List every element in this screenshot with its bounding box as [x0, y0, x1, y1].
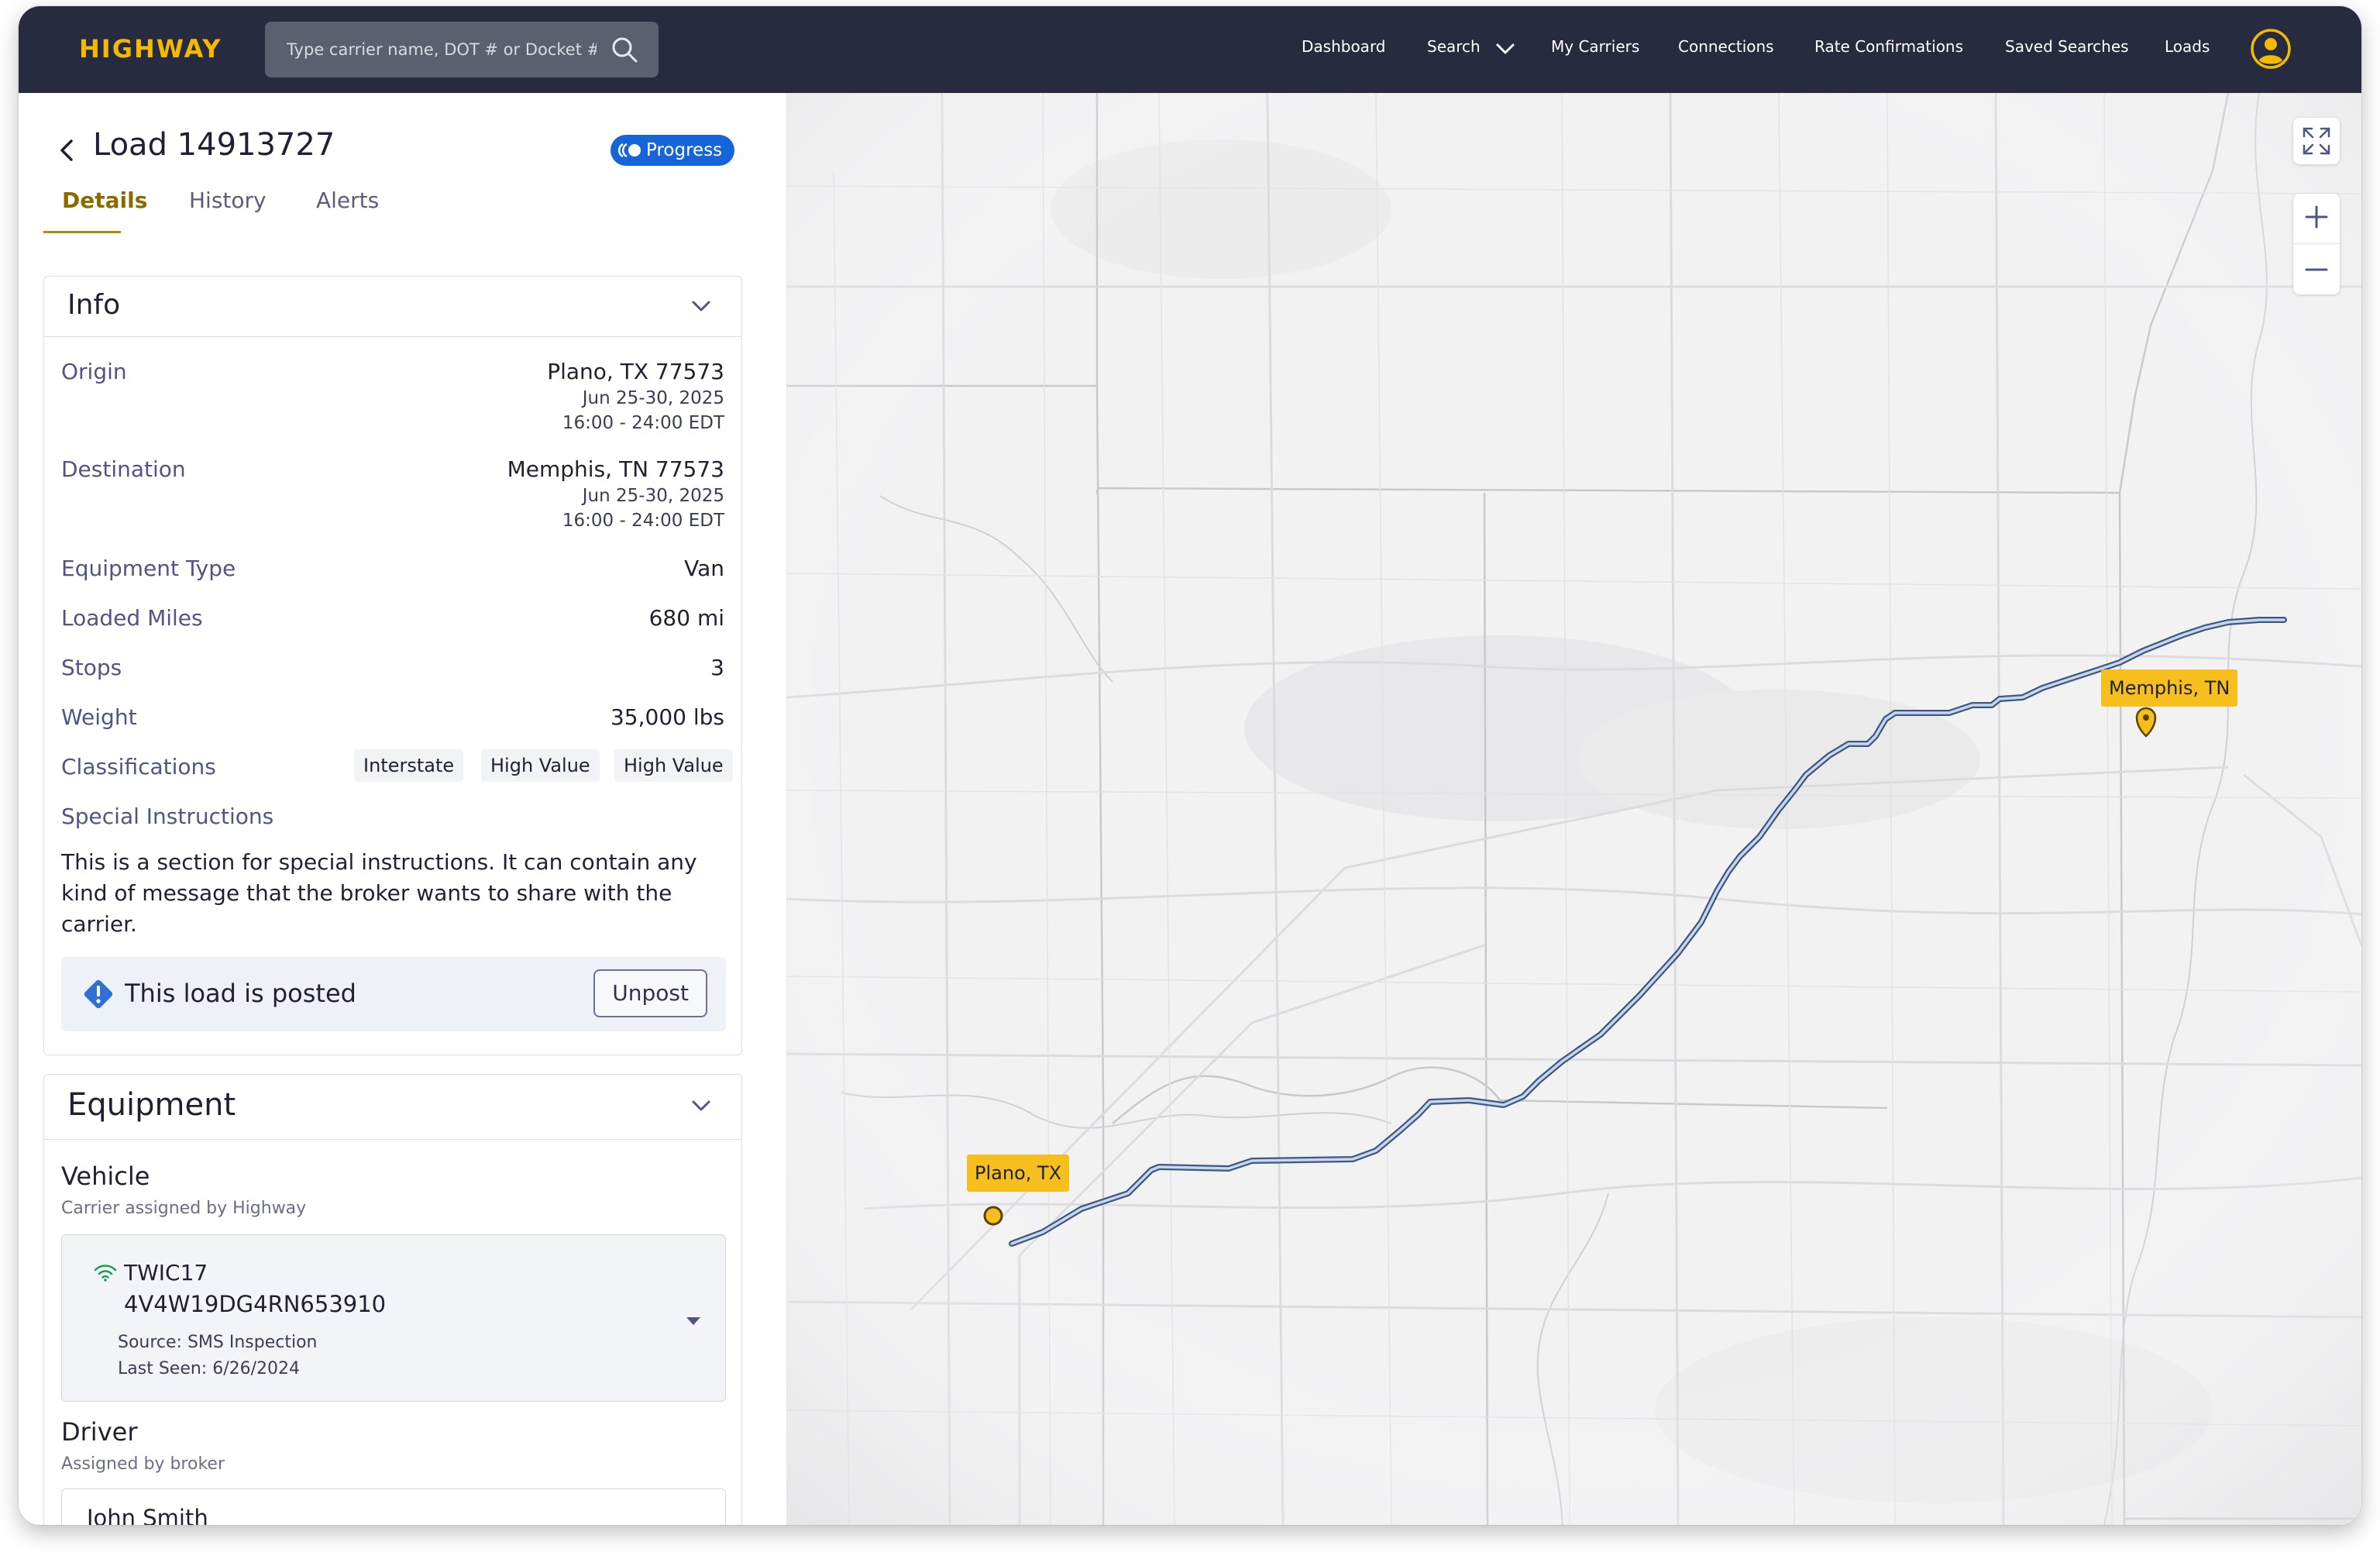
fullscreen-button[interactable]: [2293, 118, 2340, 164]
equipment-card: Equipment Vehicle Carrier assigned by Hi…: [43, 1074, 742, 1525]
nav-search[interactable]: Search: [1427, 37, 1481, 56]
origin-label: Origin: [61, 359, 127, 384]
vehicle-select[interactable]: TWIC17 4V4W19DG4RN653910 Source: SMS Ins…: [61, 1234, 726, 1402]
destination-time: 16:00 - 24:00 EDT: [562, 511, 724, 531]
chevron-down-icon[interactable]: [690, 1098, 712, 1113]
origin-time: 16:00 - 24:00 EDT: [562, 413, 724, 433]
vehicle-subheading: Carrier assigned by Highway: [61, 1199, 307, 1218]
vehicle-source: Source: SMS Inspection: [118, 1333, 318, 1352]
weight-value: 35,000 lbs: [610, 704, 724, 730]
loaded-miles-label: Loaded Miles: [61, 605, 203, 631]
caret-down-icon[interactable]: [685, 1316, 702, 1327]
equipment-type-label: Equipment Type: [61, 556, 236, 581]
nav-loads[interactable]: Loads: [2165, 37, 2210, 56]
search-icon[interactable]: [610, 36, 638, 64]
status-badge: Progress: [610, 135, 735, 166]
classifications-label: Classifications: [61, 754, 216, 780]
tab-details[interactable]: Details: [62, 188, 147, 213]
unpost-button[interactable]: Unpost: [593, 969, 707, 1017]
driver-name: John Smith: [87, 1505, 208, 1525]
load-details-panel: Load 14913727 Progress Details History A…: [19, 93, 787, 1525]
chevron-down-icon[interactable]: [690, 298, 712, 314]
alert-diamond-icon: [84, 979, 113, 1009]
destination-map-label: Memphis, TN: [2101, 669, 2238, 707]
driver-select[interactable]: John Smith: [61, 1488, 726, 1525]
zoom-in-icon[interactable]: [2304, 205, 2329, 229]
map-base-layer: [787, 93, 2361, 1525]
equipment-card-title: Equipment: [67, 1087, 236, 1123]
equipment-card-header[interactable]: Equipment: [44, 1075, 741, 1140]
chevron-down-icon[interactable]: [1495, 42, 1515, 56]
status-badge-label: Progress: [646, 140, 723, 160]
zoom-divider: [2293, 243, 2340, 244]
carrier-search[interactable]: [265, 22, 659, 77]
vehicle-vin: 4V4W19DG4RN653910: [124, 1291, 387, 1317]
in-progress-icon: [617, 143, 641, 158]
origin-map-label: Plano, TX: [967, 1155, 1070, 1192]
nav-my-carriers[interactable]: My Carriers: [1551, 37, 1639, 56]
destination-place: Memphis, TN 77573: [507, 456, 724, 482]
driver-subheading: Assigned by broker: [61, 1454, 225, 1474]
destination-label: Destination: [61, 456, 186, 482]
loaded-miles-value: 680 mi: [648, 605, 724, 631]
load-title: Load 14913727: [93, 127, 335, 163]
destination-date: Jun 25-30, 2025: [582, 486, 724, 506]
active-tab-indicator: [43, 231, 121, 233]
signal-wifi-icon: [94, 1265, 117, 1282]
vehicle-id: TWIC17: [124, 1260, 208, 1285]
nav-connections[interactable]: Connections: [1678, 37, 1774, 56]
nav-saved-searches[interactable]: Saved Searches: [2005, 37, 2129, 56]
origin-place: Plano, TX 77573: [547, 359, 724, 384]
app-window: HIGHWAY Dashboard Search My Carriers Con…: [19, 6, 2361, 1525]
zoom-controls: [2293, 194, 2340, 294]
driver-heading: Driver: [61, 1417, 138, 1447]
stops-label: Stops: [61, 655, 122, 680]
posted-banner: This load is posted Unpost: [61, 957, 726, 1031]
origin-marker[interactable]: [983, 1206, 1003, 1226]
vehicle-heading: Vehicle: [61, 1162, 150, 1191]
info-card-header[interactable]: Info: [44, 277, 741, 337]
highway-logo[interactable]: HIGHWAY: [79, 34, 222, 64]
nav-dashboard[interactable]: Dashboard: [1302, 37, 1386, 56]
route-map[interactable]: Plano, TX Memphis, TN: [787, 93, 2361, 1525]
origin-date: Jun 25-30, 2025: [582, 388, 724, 408]
tab-history[interactable]: History: [189, 188, 267, 213]
user-avatar-icon[interactable]: [2250, 28, 2292, 70]
special-instructions-label: Special Instructions: [61, 804, 274, 829]
tab-alerts[interactable]: Alerts: [316, 188, 379, 213]
back-arrow-icon[interactable]: [56, 135, 77, 166]
classification-chip: Interstate: [354, 749, 464, 782]
special-instructions-text: This is a section for special instructio…: [61, 849, 697, 937]
carrier-search-input[interactable]: [287, 22, 597, 77]
zoom-out-icon[interactable]: [2304, 257, 2329, 282]
weight-label: Weight: [61, 704, 137, 730]
posted-text: This load is posted: [125, 979, 356, 1008]
equipment-type-value: Van: [684, 556, 724, 581]
info-card: Info Origin Plano, TX 77573 Jun 25-30, 2…: [43, 276, 742, 1055]
vehicle-last-seen: Last Seen: 6/26/2024: [118, 1359, 301, 1378]
classification-chip: High Value: [614, 749, 733, 782]
stops-value: 3: [710, 655, 724, 680]
expand-icon: [2303, 127, 2330, 155]
classification-chip: High Value: [481, 749, 600, 782]
nav-rate-confirmations[interactable]: Rate Confirmations: [1814, 37, 1963, 56]
top-navigation-bar: HIGHWAY Dashboard Search My Carriers Con…: [19, 6, 2361, 93]
info-card-title: Info: [67, 289, 121, 321]
